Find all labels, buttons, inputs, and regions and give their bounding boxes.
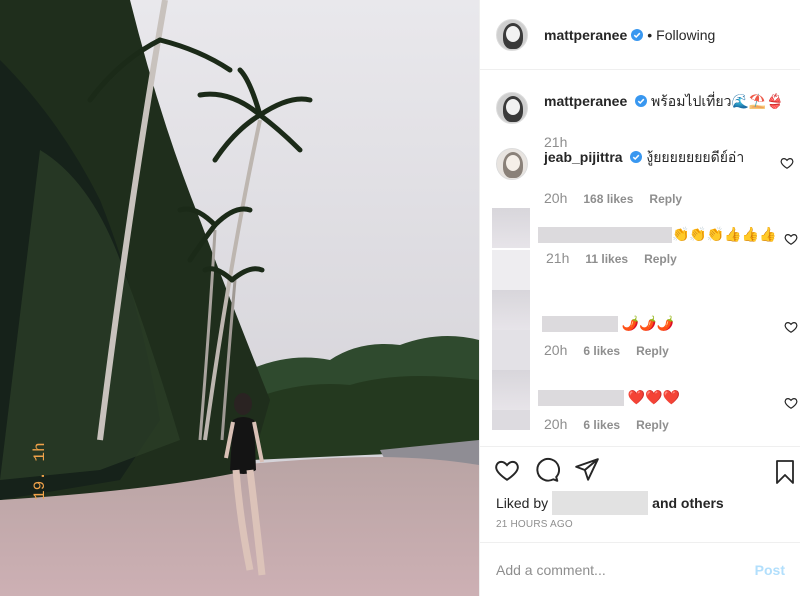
blurred-username xyxy=(538,227,672,244)
comment-time[interactable]: 20h xyxy=(544,342,567,358)
post-header: mattperanee • Following xyxy=(480,0,800,70)
reply-button[interactable]: Reply xyxy=(644,252,677,266)
comment-list[interactable]: mattperanee พร้อมไปเที่ยว🌊⛱️👙 21h jeab_p… xyxy=(480,70,800,446)
comment-time[interactable]: 20h xyxy=(544,190,567,206)
photo-date-stamp: 19. 1h xyxy=(31,442,49,500)
verified-badge-icon xyxy=(635,95,648,107)
comment-item: 🌶️🌶️🌶️ 20h 6 likes Reply xyxy=(542,314,798,358)
blurred-avatar xyxy=(492,370,530,410)
post-photo[interactable]: 19. 1h xyxy=(0,0,479,596)
reply-button[interactable]: Reply xyxy=(636,418,669,432)
comment-likes[interactable]: 6 likes xyxy=(583,344,620,358)
liked-by-label: Liked by xyxy=(496,495,549,511)
blurred-username xyxy=(538,390,624,407)
caption-avatar[interactable] xyxy=(496,92,528,124)
blurred-avatar xyxy=(492,290,530,330)
caption-username[interactable]: mattperanee xyxy=(544,93,627,109)
share-paper-plane-icon[interactable] xyxy=(574,457,600,483)
commenter-avatar[interactable] xyxy=(496,148,528,180)
caption: mattperanee พร้อมไปเที่ยว🌊⛱️👙 21h xyxy=(496,92,786,150)
post-comment-button[interactable]: Post xyxy=(755,562,785,578)
post-sidebar: mattperanee • Following mattperanee พร้อ… xyxy=(479,0,800,596)
comment-likes[interactable]: 11 likes xyxy=(585,252,628,266)
caption-emoji: 🌊⛱️👙 xyxy=(731,93,784,109)
comment-input[interactable] xyxy=(496,561,755,578)
comment-item: jeab_pijittra งู้ยยยยยยยดีย์อ่า 20h 168 … xyxy=(496,148,794,206)
post-timestamp[interactable]: 21 HOURS AGO xyxy=(496,519,573,530)
reply-button[interactable]: Reply xyxy=(636,344,669,358)
like-comment-heart-icon[interactable] xyxy=(784,232,798,246)
blurred-avatar xyxy=(492,410,530,430)
following-button[interactable]: Following xyxy=(656,27,715,43)
author-avatar[interactable] xyxy=(496,18,528,51)
comment-text: 🌶️🌶️🌶️ xyxy=(621,315,675,331)
caption-text: พร้อมไปเที่ยว xyxy=(651,93,732,109)
reply-button[interactable]: Reply xyxy=(649,192,682,206)
add-comment-bar: Post xyxy=(480,542,800,596)
comment-time[interactable]: 21h xyxy=(546,250,569,266)
comment-text: ❤️❤️❤️ xyxy=(627,389,681,405)
comment-time[interactable]: 20h xyxy=(544,416,567,432)
comment-text: งู้ยยยยยยยดีย์อ่า xyxy=(646,149,745,165)
blurred-avatar xyxy=(492,208,530,248)
comment-item: 👏👏👏👍👍👍 21h 11 likes Reply xyxy=(538,224,798,266)
blurred-avatar xyxy=(492,330,530,370)
and-others-link[interactable]: and others xyxy=(652,495,724,511)
comment-item: ❤️❤️❤️ 20h 6 likes Reply xyxy=(538,388,798,432)
blurred-avatar xyxy=(492,250,530,290)
comment-text: 👏👏👏👍👍👍 xyxy=(672,226,777,242)
author-username[interactable]: mattperanee xyxy=(544,27,627,43)
save-bookmark-icon[interactable] xyxy=(773,459,797,485)
like-comment-heart-icon[interactable] xyxy=(784,320,798,334)
comment-likes[interactable]: 168 likes xyxy=(583,192,633,206)
commenter-username[interactable]: jeab_pijittra xyxy=(544,149,623,165)
liked-by-line: Liked by and others xyxy=(496,491,724,515)
blurred-username xyxy=(542,316,618,333)
like-comment-heart-icon[interactable] xyxy=(784,396,798,410)
like-heart-icon[interactable] xyxy=(494,457,520,483)
like-comment-heart-icon[interactable] xyxy=(780,156,794,170)
separator-dot: • xyxy=(647,26,653,43)
post-actions: Liked by and others 21 HOURS AGO xyxy=(480,446,800,542)
verified-badge-icon xyxy=(631,28,644,41)
verified-badge-icon xyxy=(630,151,643,163)
comment-likes[interactable]: 6 likes xyxy=(583,418,620,432)
comment-bubble-icon[interactable] xyxy=(534,457,560,483)
blurred-liker-name[interactable] xyxy=(552,491,649,515)
